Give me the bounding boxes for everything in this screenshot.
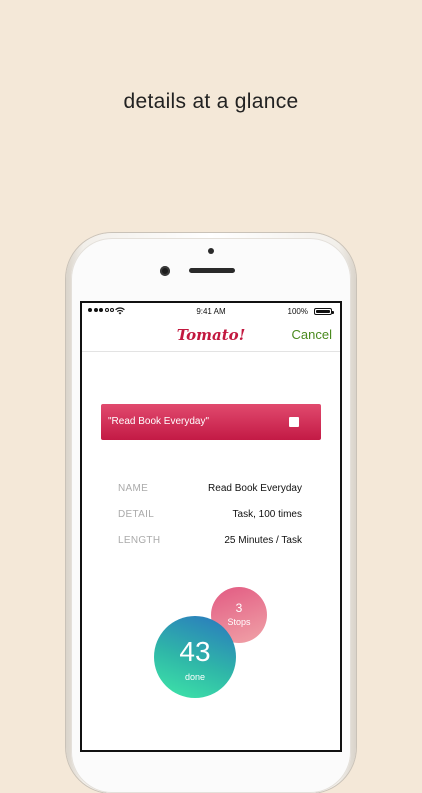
detail-value: Read Book Everyday [208,483,302,494]
detail-row-length: LENGTH 25 Minutes / Task [82,535,340,551]
detail-row-detail: DETAIL Task, 100 times [82,509,340,525]
battery-percent: 100% [287,307,308,316]
stops-count: 3 [235,601,243,615]
task-bar[interactable]: "Read Book Everyday" [101,404,321,440]
done-bubble: 43 done [154,616,236,698]
detail-key: LENGTH [118,535,161,546]
earpiece-speaker [189,268,235,273]
detail-row-name: NAME Read Book Everyday [82,483,340,499]
headline: details at a glance [123,90,299,113]
nav-bar: Tomato! Cancel [82,321,340,352]
detail-value: 25 Minutes / Task [224,535,302,546]
task-label: "Read Book Everyday" [108,416,210,427]
done-label: done [184,672,206,682]
cancel-button[interactable]: Cancel [292,327,332,342]
phone-screen: 9:41 AM 100% Tomato! Cancel "Read Book E… [82,303,340,750]
done-count: 43 [179,636,211,667]
status-bar: 9:41 AM 100% [82,303,340,321]
detail-key: NAME [118,483,149,494]
detail-value: Task, 100 times [232,509,302,520]
front-camera-icon [160,266,170,276]
detail-key: DETAIL [118,509,155,520]
proximity-sensor [208,248,214,254]
stop-square-icon[interactable] [289,417,299,427]
battery-icon [314,308,334,315]
